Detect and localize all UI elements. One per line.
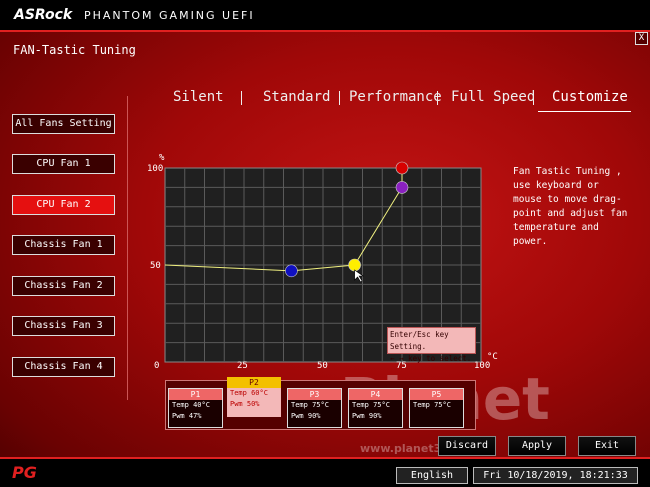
point-temp: Temp 40°C: [172, 401, 210, 409]
point-name: P3: [288, 389, 341, 400]
point-pwm: Pwm 50%: [230, 400, 260, 408]
point-temp: Temp 60°C: [230, 389, 268, 397]
x-axis-label: °C: [487, 352, 498, 362]
point-box-p2[interactable]: P2 Temp 60°C Pwm 50%: [227, 377, 281, 417]
point-name: P4: [349, 389, 402, 400]
point-box-p5[interactable]: P5 Temp 75°C: [409, 388, 464, 428]
datetime-display: Fri 10/18/2019, 18:21:33: [473, 467, 638, 484]
help-text: Fan Tastic Tuning , use keyboard or mous…: [513, 166, 628, 247]
point-temp: Temp 75°C: [413, 401, 451, 409]
x-tick-50: 50: [317, 361, 328, 371]
point-pwm: Pwm 90%: [291, 412, 321, 420]
drag-point-p2: [348, 258, 361, 272]
point-name: P1: [169, 389, 222, 400]
x-tick-0: 0: [154, 361, 160, 371]
tooltip-line-1: Enter/Esc key Setting.: [390, 330, 449, 351]
discard-button[interactable]: Discard: [438, 436, 496, 456]
x-tick-25: 25: [237, 361, 248, 371]
y-tick-50: 50: [150, 261, 161, 271]
tooltip-line-2: ← → key to select.: [390, 354, 472, 363]
uefi-screen: ASRock PHANTOM GAMING UEFI X FAN-Tastic …: [0, 0, 650, 487]
y-axis-label: %: [159, 153, 165, 163]
point-box-p1[interactable]: P1 Temp 40°C Pwm 47%: [168, 388, 223, 428]
y-tick-100: 100: [147, 164, 164, 174]
phantom-gaming-logo-icon: PG: [12, 463, 37, 482]
point-temp: Temp 75°C: [291, 401, 329, 409]
drag-point-p1: [285, 264, 298, 278]
point-temp: Temp 75°C: [352, 401, 390, 409]
point-pwm: Pwm 90%: [352, 412, 382, 420]
point-pwm: Pwm 47%: [172, 412, 202, 420]
exit-button[interactable]: Exit: [578, 436, 636, 456]
language-selector[interactable]: English: [396, 467, 468, 484]
point-box-p4[interactable]: P4 Temp 75°C Pwm 90%: [348, 388, 403, 428]
point-name: P5: [410, 389, 463, 400]
drag-point-p5: [395, 161, 409, 175]
apply-button[interactable]: Apply: [508, 436, 566, 456]
keyboard-tooltip: Enter/Esc key Setting. ← → key to select…: [387, 327, 476, 363]
point-box-p3[interactable]: P3 Temp 75°C Pwm 90%: [287, 388, 342, 428]
drag-point-p3: [395, 181, 409, 194]
x-tick-100: 100: [474, 361, 491, 371]
point-name: P2: [227, 377, 281, 388]
